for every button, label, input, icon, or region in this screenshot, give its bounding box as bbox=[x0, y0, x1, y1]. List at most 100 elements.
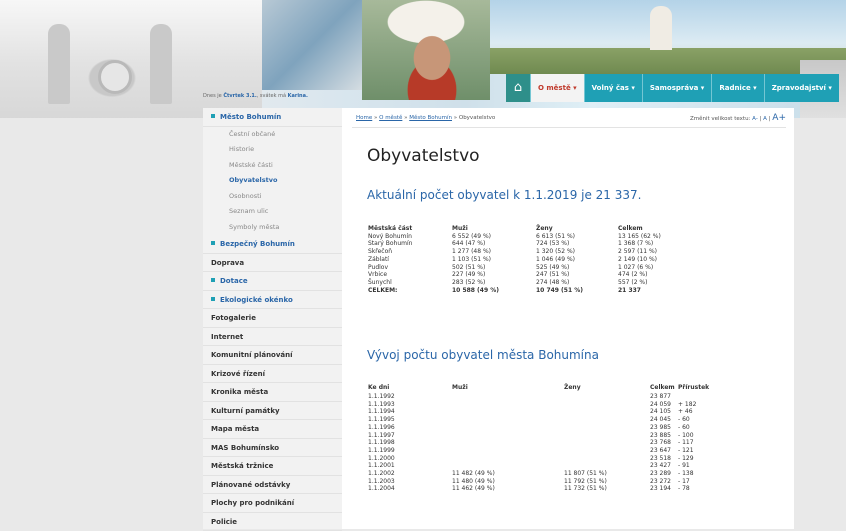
sidebar-item-12[interactable]: Fotogalerie bbox=[203, 309, 342, 328]
sidebar-item-label: Komunitní plánování bbox=[211, 351, 293, 359]
sidebar-item-10[interactable]: Dotace bbox=[203, 272, 342, 291]
sidebar-item-label: Dotace bbox=[220, 277, 248, 285]
table-cell bbox=[452, 462, 564, 470]
sidebar-item-11[interactable]: Ekologické okénko bbox=[203, 291, 342, 310]
sidebar-item-8[interactable]: Bezpečný Bohumín bbox=[203, 235, 342, 254]
font-smaller-button[interactable]: A- bbox=[752, 116, 758, 122]
sidebar-item-5[interactable]: Osobnosti bbox=[203, 189, 342, 205]
sidebar-item-label: Doprava bbox=[211, 259, 244, 267]
table-cell: - 121 bbox=[678, 447, 709, 455]
sidebar-item-label: Internet bbox=[211, 333, 243, 341]
sidebar-item-17[interactable]: Kulturní památky bbox=[203, 402, 342, 421]
table-cell: 502 (51 %) bbox=[452, 264, 536, 272]
square-bullet-icon bbox=[211, 297, 215, 301]
table-cell: 11 792 (51 %) bbox=[564, 478, 650, 486]
sidebar-item-2[interactable]: Historie bbox=[203, 142, 342, 158]
table-cell: - 100 bbox=[678, 432, 709, 440]
table-cell: 23 289 bbox=[650, 470, 678, 478]
table-cell: 1.1.1992 bbox=[368, 393, 452, 401]
sidebar-item-0[interactable]: Město Bohumín bbox=[203, 108, 342, 127]
table-cell: 1 320 (52 %) bbox=[536, 248, 618, 256]
nav-item-2[interactable]: Samospráva ▾ bbox=[642, 74, 711, 102]
sidebar-item-1[interactable]: Čestní občané bbox=[203, 127, 342, 143]
sidebar-item-label: Krizové řízení bbox=[211, 370, 265, 378]
table-row: Skřečoň1 277 (48 %)1 320 (52 %)2 597 (11… bbox=[368, 248, 661, 256]
sidebar-item-7[interactable]: Symboly města bbox=[203, 220, 342, 236]
table-row: Starý Bohumín644 (47 %)724 (53 %)1 368 (… bbox=[368, 240, 661, 248]
nav-item-1[interactable]: Volný čas ▾ bbox=[584, 74, 642, 102]
nav-item-4[interactable]: Zpravodajství ▾ bbox=[764, 74, 839, 102]
table-cell bbox=[564, 408, 650, 416]
sidebar-item-label: Čestní občané bbox=[229, 130, 275, 138]
nav-item-0[interactable]: O městě ▾ bbox=[530, 74, 584, 102]
table-cell bbox=[452, 439, 564, 447]
table-row: 1.1.200311 480 (49 %)11 792 (51 %)23 272… bbox=[368, 478, 709, 486]
table-cell bbox=[564, 439, 650, 447]
sidebar-item-13[interactable]: Internet bbox=[203, 328, 342, 347]
column-header: Celkem bbox=[650, 384, 678, 393]
history-title: Vývoj počtu obyvatel města Bohumína bbox=[367, 348, 599, 362]
table-cell: 23 518 bbox=[650, 455, 678, 463]
table-cell: Vrbice bbox=[368, 271, 452, 279]
font-larger-button[interactable]: A+ bbox=[772, 113, 786, 123]
table-cell: 525 (49 %) bbox=[536, 264, 618, 272]
table-cell: 1.1.1997 bbox=[368, 432, 452, 440]
square-bullet-icon bbox=[211, 114, 215, 118]
breadcrumb-mesto-bohumin[interactable]: Město Bohumín bbox=[409, 115, 452, 121]
today-info: Dnes je Čtvrtek 3.1., svátek má Karina. bbox=[203, 93, 308, 99]
square-bullet-icon bbox=[211, 241, 215, 245]
breadcrumb-o-meste[interactable]: O městě bbox=[379, 115, 402, 121]
table-cell: 23 877 bbox=[650, 393, 678, 401]
sidebar-item-6[interactable]: Seznam ulic bbox=[203, 204, 342, 220]
table-cell bbox=[452, 408, 564, 416]
home-icon[interactable]: ⌂ bbox=[506, 74, 530, 102]
column-header: Muži bbox=[452, 384, 564, 393]
breadcrumb-current: Obyvatelstvo bbox=[459, 115, 495, 121]
sidebar-item-label: Kulturní památky bbox=[211, 407, 280, 415]
sidebar-item-14[interactable]: Komunitní plánování bbox=[203, 346, 342, 365]
sidebar-item-20[interactable]: Městská tržnice bbox=[203, 457, 342, 476]
table-cell: 1.1.1998 bbox=[368, 439, 452, 447]
table-row: 1.1.200123 427- 91 bbox=[368, 462, 709, 470]
table-cell: - 17 bbox=[678, 478, 709, 486]
font-normal-button[interactable]: A bbox=[763, 116, 767, 122]
breadcrumb-home[interactable]: Home bbox=[356, 115, 372, 121]
table-row: Pudlov502 (51 %)525 (49 %)1 027 (6 %) bbox=[368, 264, 661, 272]
sidebar-item-21[interactable]: Plánované odstávky bbox=[203, 476, 342, 495]
sidebar-item-4[interactable]: Obyvatelstvo bbox=[203, 173, 342, 189]
table-cell: 1.1.2001 bbox=[368, 462, 452, 470]
sidebar-item-16[interactable]: Kronika města bbox=[203, 383, 342, 402]
sidebar-item-23[interactable]: Policie bbox=[203, 513, 342, 531]
sidebar-item-15[interactable]: Krizové řízení bbox=[203, 365, 342, 384]
table-cell: 644 (47 %) bbox=[452, 240, 536, 248]
district-table: Městská částMužiŽenyCelkemNový Bohumín6 … bbox=[368, 225, 661, 294]
nav-item-3[interactable]: Radnice ▾ bbox=[711, 74, 763, 102]
sidebar-item-9[interactable]: Doprava bbox=[203, 254, 342, 273]
table-row: 1.1.1992 23 877 bbox=[368, 393, 709, 401]
table-cell: 23 194 bbox=[650, 485, 678, 493]
statue-left bbox=[48, 24, 70, 104]
sidebar-item-3[interactable]: Městské části bbox=[203, 158, 342, 174]
column-header: Ke dni bbox=[368, 384, 452, 393]
table-cell: 6 552 (49 %) bbox=[452, 233, 536, 241]
header-photo-bank bbox=[262, 0, 362, 90]
table-cell: 23 985 bbox=[650, 424, 678, 432]
sidebar-item-22[interactable]: Plochy pro podnikání bbox=[203, 494, 342, 513]
today-prefix: Dnes je bbox=[203, 93, 222, 99]
table-cell bbox=[452, 432, 564, 440]
table-row: Vrbice227 (49 %)247 (51 %)474 (2 %) bbox=[368, 271, 661, 279]
table-row: 1.1.199823 768- 117 bbox=[368, 439, 709, 447]
breadcrumb-divider bbox=[352, 127, 786, 128]
table-cell: 2 597 (11 %) bbox=[618, 248, 661, 256]
table-cell: 23 427 bbox=[650, 462, 678, 470]
sidebar-item-label: Fotogalerie bbox=[211, 314, 256, 322]
page-title: Obyvatelstvo bbox=[367, 146, 480, 166]
table-cell: 23 768 bbox=[650, 439, 678, 447]
sidebar-item-18[interactable]: Mapa města bbox=[203, 420, 342, 439]
table-cell bbox=[452, 401, 564, 409]
table-row: 1.1.199923 647- 121 bbox=[368, 447, 709, 455]
sidebar-item-label: Policie bbox=[211, 518, 237, 526]
history-table: Ke dniMužiŽenyCelkemPřírustek1.1.199223 … bbox=[368, 384, 709, 493]
sidebar-item-19[interactable]: MAS Bohumínsko bbox=[203, 439, 342, 458]
column-header: Městská část bbox=[368, 225, 452, 233]
